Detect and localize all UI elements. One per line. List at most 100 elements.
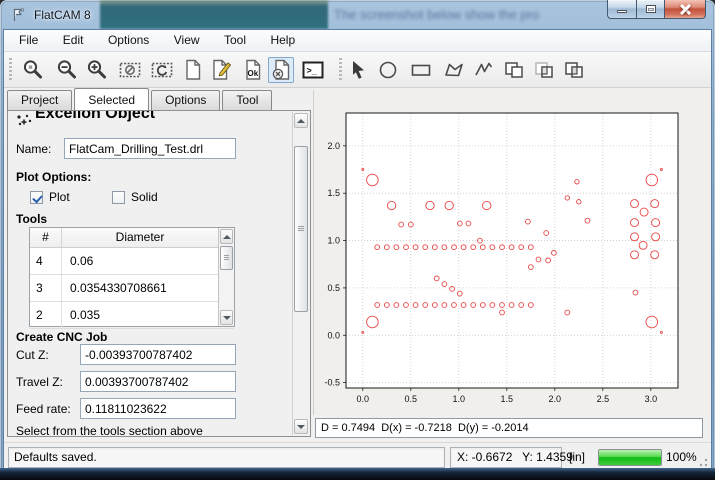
table-row[interactable]: 2 0.035 <box>30 302 234 329</box>
subtract-button[interactable] <box>561 57 587 83</box>
save-project-button[interactable]: Ok <box>240 57 266 83</box>
maximize-button[interactable] <box>636 0 665 19</box>
arrow-down-icon <box>297 425 305 429</box>
menu-item-edit[interactable]: Edit <box>53 30 94 51</box>
col-header-number[interactable]: # <box>30 228 62 247</box>
minimize-button[interactable] <box>607 0 636 19</box>
background-ghost-text: The screenshot below show the pro <box>334 7 654 22</box>
panel-scroll-thumb[interactable] <box>294 146 308 312</box>
draw-rectangle-button[interactable] <box>408 57 434 83</box>
open-project-button[interactable] <box>208 57 234 83</box>
panel-title: Excellon Object <box>35 110 155 123</box>
svg-text:1.5: 1.5 <box>327 188 340 198</box>
window-title: FlatCAM 8 <box>34 8 91 22</box>
draw-polyline-button[interactable] <box>471 57 497 83</box>
tab-options[interactable]: Options <box>151 90 220 110</box>
window-controls <box>607 0 706 19</box>
union-button[interactable] <box>501 57 527 83</box>
svg-text:2.0: 2.0 <box>327 141 340 151</box>
shell-icon: >_ <box>301 58 325 82</box>
feed-rate-input[interactable] <box>80 398 236 419</box>
svg-text:Ok: Ok <box>248 69 259 78</box>
tools-section-note: Select from the tools section above <box>16 424 203 437</box>
titlebar[interactable]: The screenshot below show the pro FlatCA… <box>0 0 715 30</box>
plot-canvas[interactable]: 0.00.51.01.52.02.53.0-0.50.00.51.01.52.0 <box>314 90 712 415</box>
excellon-object-icon <box>15 113 33 131</box>
zoom-in-button[interactable] <box>84 57 110 83</box>
shell-button[interactable]: >_ <box>300 57 326 83</box>
name-label: Name: <box>16 142 51 156</box>
intersection-button[interactable] <box>531 57 557 83</box>
plot-checkbox-label: Plot <box>49 190 70 204</box>
toolbar-grip-2[interactable] <box>339 58 342 82</box>
zoom-out-icon <box>55 58 79 82</box>
new-project-button[interactable] <box>180 57 206 83</box>
table-scroll-down-button[interactable] <box>220 310 233 325</box>
tab-tool[interactable]: Tool <box>222 90 272 110</box>
delete-object-icon <box>269 58 293 82</box>
draw-circle-icon <box>376 58 400 82</box>
distance-readout: D = 0.7494 D(x) = -0.7218 D(y) = -0.2014 <box>315 418 703 438</box>
zoom-fit-button[interactable] <box>20 57 46 83</box>
panel-scrollbar[interactable] <box>292 112 309 435</box>
union-icon <box>502 58 526 82</box>
resize-grip[interactable] <box>698 457 708 467</box>
svg-text:>_: >_ <box>307 66 318 76</box>
panel-scroll-up-button[interactable] <box>294 113 308 128</box>
tab-project[interactable]: Project <box>7 90 72 110</box>
tab-bar: Project Selected Options Tool <box>7 88 274 110</box>
delete-object-button[interactable] <box>268 57 294 83</box>
arrow-down-icon <box>223 316 231 320</box>
draw-polygon-button[interactable] <box>441 57 467 83</box>
draw-circle-button[interactable] <box>375 57 401 83</box>
progress-bar <box>598 449 662 466</box>
mouse-coordinates: X: -0.6672 Y: 1.4359 <box>450 447 562 468</box>
panel-scroll-down-button[interactable] <box>294 419 308 434</box>
cut-z-label: Cut Z: <box>16 348 49 362</box>
menu-item-view[interactable]: View <box>164 30 210 51</box>
flatcam-window: The screenshot below show the pro FlatCA… <box>0 0 715 480</box>
tools-label: Tools <box>16 212 47 226</box>
svg-text:-0.5: -0.5 <box>324 378 340 388</box>
name-input[interactable] <box>64 138 236 159</box>
close-button[interactable] <box>665 0 706 19</box>
table-scroll-up-button[interactable] <box>220 229 233 244</box>
selected-panel: Excellon Object Name: Plot Options: Plot… <box>7 110 311 437</box>
travel-z-input[interactable] <box>80 371 236 392</box>
menu-item-help[interactable]: Help <box>260 30 305 51</box>
tools-table[interactable]: # Diameter 4 0.06 3 0.0354330708661 2 0.… <box>29 227 235 327</box>
background-ghost-block <box>100 0 328 29</box>
statusbar: Defaults saved. X: -0.6672 Y: 1.4359 [in… <box>4 442 711 470</box>
solid-checkbox[interactable]: Solid <box>112 190 158 204</box>
zoom-out-button[interactable] <box>54 57 80 83</box>
select-pointer-button[interactable] <box>346 57 372 83</box>
zoom-in-icon <box>85 58 109 82</box>
menu-item-options[interactable]: Options <box>98 30 159 51</box>
status-message: Defaults saved. <box>8 447 445 468</box>
open-project-icon <box>209 58 233 82</box>
menu-item-file[interactable]: File <box>9 30 48 51</box>
draw-polygon-icon <box>442 58 466 82</box>
svg-text:2.0: 2.0 <box>549 394 562 404</box>
client-area: File Edit Options View Tool Help <box>4 30 711 470</box>
cnc-job-title: Create CNC Job <box>16 330 107 344</box>
intersection-icon <box>532 58 556 82</box>
window-bottom-frame <box>0 468 715 480</box>
table-row[interactable]: 4 0.06 <box>30 248 234 275</box>
tab-selected[interactable]: Selected <box>74 88 149 110</box>
plot-checkbox[interactable]: Plot <box>30 190 70 204</box>
menu-item-tool[interactable]: Tool <box>214 30 256 51</box>
clear-plot-button[interactable] <box>117 57 143 83</box>
table-scrollbar[interactable] <box>218 228 234 326</box>
desktop-backdrop: The screenshot below show the pro FlatCA… <box>0 0 715 480</box>
plot-options-label: Plot Options: <box>16 170 91 184</box>
table-row[interactable]: 3 0.0354330708661 <box>30 275 234 302</box>
toolbar-grip[interactable] <box>9 58 12 82</box>
draw-polyline-icon <box>472 58 496 82</box>
replot-button[interactable] <box>149 57 175 83</box>
save-project-ok-icon: Ok <box>241 58 265 82</box>
svg-text:0.5: 0.5 <box>405 394 418 404</box>
col-header-diameter[interactable]: Diameter <box>62 228 234 247</box>
table-scroll-thumb[interactable] <box>220 246 233 270</box>
cut-z-input[interactable] <box>80 344 236 365</box>
